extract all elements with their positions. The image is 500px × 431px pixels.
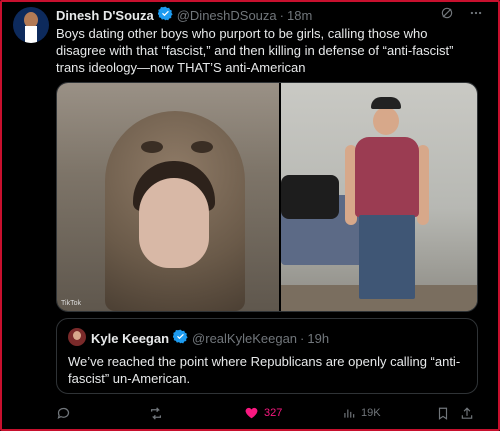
- repost-button[interactable]: [148, 406, 164, 421]
- quote-header: Kyle Keegan @realKyleKeegan · 19h: [91, 329, 329, 347]
- tweet-header: Dinesh D'Souza @DineshDSouza · 18m: [56, 6, 488, 24]
- views-icon: [344, 409, 355, 418]
- reply-icon: [57, 407, 70, 420]
- share-button[interactable]: [460, 406, 474, 421]
- author-avatar[interactable]: [13, 7, 49, 43]
- media-image-left[interactable]: TikTok: [57, 83, 279, 311]
- grok-icon[interactable]: [440, 6, 454, 23]
- heart-icon: [245, 407, 258, 419]
- quote-timestamp: 19h: [307, 330, 330, 346]
- like-count: 327: [264, 407, 283, 419]
- tweet-media[interactable]: TikTok: [56, 82, 478, 312]
- reply-button[interactable]: [56, 406, 71, 421]
- tiktok-watermark: TikTok: [61, 300, 81, 307]
- author-name[interactable]: Dinesh D'Souza: [56, 8, 154, 23]
- action-bar: 327 19K: [56, 406, 476, 424]
- verified-badge-icon: [157, 6, 173, 24]
- quote-text: We’ve reached the point where Republican…: [68, 354, 461, 386]
- more-options-icon[interactable]: [468, 6, 484, 23]
- quote-verified-badge-icon: [172, 329, 188, 347]
- tweet-text: Boys dating other boys who purport to be…: [56, 26, 454, 75]
- views-button[interactable]: 19K: [342, 406, 381, 420]
- quote-author-avatar: [68, 328, 86, 346]
- share-icon: [461, 407, 473, 419]
- quoted-tweet[interactable]: Kyle Keegan @realKyleKeegan · 19h We’ve …: [56, 318, 478, 394]
- like-button[interactable]: 327: [244, 406, 282, 420]
- media-image-right[interactable]: [281, 83, 477, 311]
- tweet[interactable]: Dinesh D'Souza @DineshDSouza · 18m Boys …: [2, 2, 498, 429]
- repost-icon: [151, 407, 161, 420]
- tweet-timestamp[interactable]: 18m: [287, 8, 312, 23]
- quote-separator-dot: ·: [300, 330, 305, 346]
- bookmark-button[interactable]: [436, 406, 450, 421]
- quote-author-name: Kyle Keegan: [91, 330, 170, 346]
- separator-dot: ·: [279, 7, 284, 23]
- views-count: 19K: [361, 407, 381, 419]
- bookmark-icon: [438, 407, 448, 420]
- author-handle[interactable]: @DineshDSouza: [177, 8, 277, 23]
- quote-author-handle: @realKyleKeegan: [192, 330, 298, 346]
